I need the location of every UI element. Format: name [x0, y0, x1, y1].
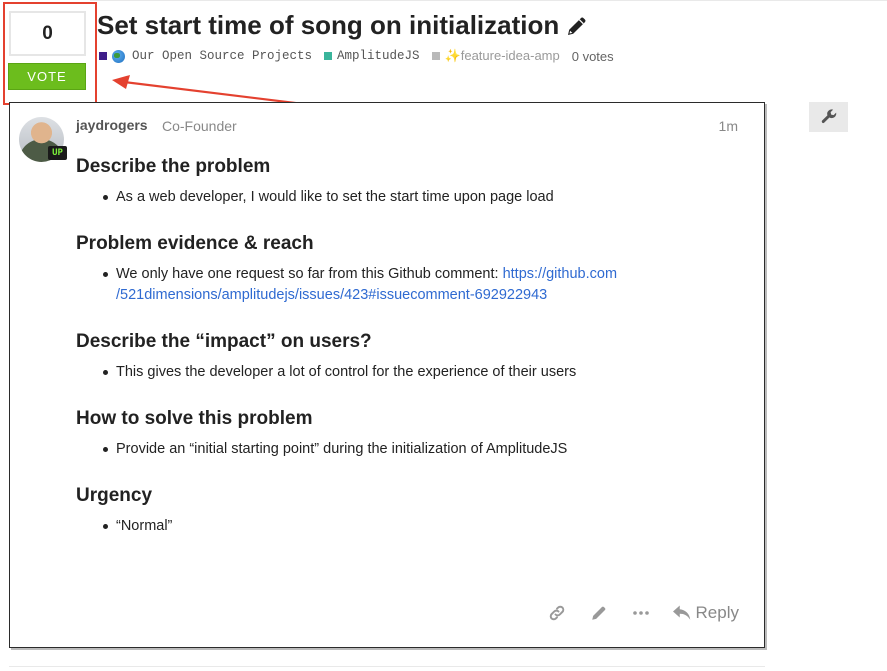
list-item: As a web developer, I would like to set … — [76, 187, 736, 208]
wrench-icon — [821, 109, 836, 124]
section-heading: Problem evidence & reach — [76, 233, 314, 254]
post-username[interactable]: jaydrogers — [76, 117, 148, 133]
topic-title-row: Set start time of song on initialization — [97, 10, 589, 41]
vote-button[interactable]: VOTE — [8, 63, 86, 90]
reply-label: Reply — [695, 603, 739, 622]
avatar-flair: UP — [48, 146, 67, 160]
bullet-list: “Normal” — [76, 516, 736, 537]
category-label: AmplitudeJS — [337, 49, 420, 63]
votes-count: 0 votes — [571, 48, 614, 64]
category-badge-parent[interactable]: Our Open Source Projects — [99, 49, 312, 63]
tag-color-square — [431, 52, 440, 60]
category-color-square — [324, 52, 333, 60]
tag-badge[interactable]: ✨feature-idea-amp — [431, 48, 560, 64]
section-heading: Urgency — [76, 485, 153, 506]
post-section: How to solve this problem Provide an “in… — [76, 407, 736, 460]
category-label: Our Open Source Projects — [132, 49, 313, 63]
post-date[interactable]: 1m — [719, 118, 738, 134]
post-content: Describe the problem As a web developer,… — [76, 155, 736, 561]
edit-icon[interactable] — [589, 603, 609, 623]
post-section: Describe the “impact” on users? This giv… — [76, 330, 736, 383]
tag-label: ✨feature-idea-amp — [444, 48, 560, 63]
admin-wrench-button[interactable] — [809, 102, 848, 132]
section-heading: Describe the problem — [76, 156, 271, 177]
github-link[interactable]: https://github.com — [503, 266, 617, 282]
github-link-continued[interactable]: /521dimensions/amplitudejs/issues/423#is… — [116, 287, 547, 303]
category-color-square — [99, 52, 107, 60]
post-section: Problem evidence & reach We only have on… — [76, 232, 736, 306]
list-item: We only have one request so far from thi… — [76, 264, 736, 306]
post-user-title: Co-Founder — [162, 118, 237, 134]
bottom-divider — [9, 666, 765, 667]
reply-button[interactable]: Reply — [672, 603, 739, 623]
vote-count: 0 — [9, 11, 86, 56]
post-card: UP jaydrogers Co-Founder 1m Describe the… — [9, 102, 765, 648]
list-item: This gives the developer a lot of contro… — [76, 362, 736, 383]
bullet-list: Provide an “initial starting point” duri… — [76, 439, 736, 460]
pencil-icon[interactable] — [565, 14, 589, 38]
bullet-list: As a web developer, I would like to set … — [76, 187, 736, 208]
bullet-list: We only have one request so far from thi… — [76, 264, 736, 306]
list-item: “Normal” — [76, 516, 736, 537]
globe-icon — [112, 49, 125, 63]
more-icon[interactable] — [631, 603, 651, 623]
post-section: Describe the problem As a web developer,… — [76, 155, 736, 208]
reply-icon — [672, 605, 690, 620]
list-item: Provide an “initial starting point” duri… — [76, 439, 736, 460]
bullet-list: This gives the developer a lot of contro… — [76, 362, 736, 383]
post-actions: Reply — [525, 603, 739, 623]
link-icon[interactable] — [547, 603, 567, 623]
list-item-text: We only have one request so far from thi… — [116, 266, 503, 282]
topic-title: Set start time of song on initialization — [97, 10, 560, 40]
section-heading: How to solve this problem — [76, 408, 313, 429]
post-section: Urgency “Normal” — [76, 484, 736, 537]
top-divider — [90, 0, 887, 1]
category-badge-child[interactable]: AmplitudeJS — [324, 49, 420, 63]
topic-meta: Our Open Source Projects AmplitudeJS ✨fe… — [99, 48, 614, 64]
section-heading: Describe the “impact” on users? — [76, 331, 372, 352]
